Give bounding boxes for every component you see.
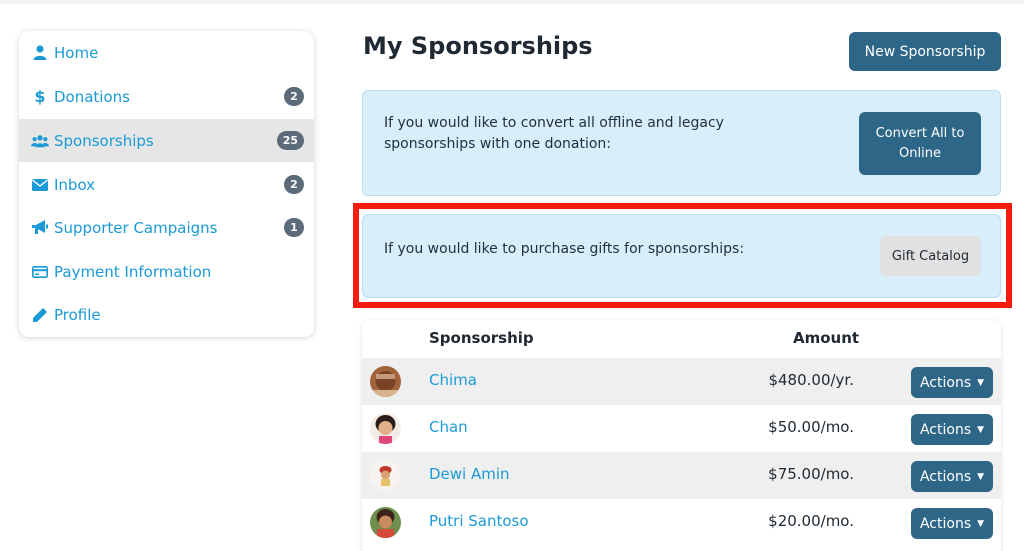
actions-label: Actions xyxy=(919,374,972,391)
count-badge: 25 xyxy=(276,131,304,150)
envelope-icon xyxy=(31,176,49,194)
count-badge: 2 xyxy=(284,87,304,106)
page-title: My Sponsorships xyxy=(363,32,593,60)
megaphone-icon xyxy=(31,219,49,237)
actions-dropdown-button[interactable]: Actions ▼ xyxy=(911,367,993,398)
top-divider xyxy=(0,0,1024,4)
table-row: Chima $480.00/yr. Actions ▼ xyxy=(362,358,1001,405)
child-name-link[interactable]: Dewi Amin xyxy=(429,465,510,483)
credit-card-icon xyxy=(31,263,49,281)
convert-offline-panel: If you would like to convert all offline… xyxy=(362,90,1001,196)
actions-dropdown-button[interactable]: Actions ▼ xyxy=(911,461,993,492)
pencil-icon xyxy=(31,306,49,324)
table-row: Dewi Amin $75.00/mo. Actions ▼ xyxy=(362,452,1001,499)
child-photo xyxy=(370,460,401,491)
sidebar-nav: Home $ Donations 2 Sponsorships 25 Inbox… xyxy=(19,31,314,337)
users-icon xyxy=(31,132,49,150)
convert-all-to-online-button[interactable]: Convert All to Online xyxy=(859,112,981,175)
gift-catalog-panel: If you would like to purchase gifts for … xyxy=(362,214,1001,298)
new-sponsorship-button[interactable]: New Sponsorship xyxy=(849,32,1001,71)
sidebar-item-label: Inbox xyxy=(54,175,96,194)
caret-down-icon: ▼ xyxy=(977,471,985,482)
column-header-sponsorship: Sponsorship xyxy=(429,329,534,347)
child-name-link[interactable]: Putri Santoso xyxy=(429,512,529,530)
amount-value: $20.00/mo. xyxy=(768,512,854,530)
sidebar-item-home[interactable]: Home xyxy=(19,31,314,74)
caret-down-icon: ▼ xyxy=(977,424,985,435)
convert-button-line-2: Online xyxy=(899,145,941,161)
convert-text-line-2: sponsorships with one donation: xyxy=(384,136,612,152)
sidebar-item-label: Sponsorships xyxy=(54,131,154,150)
actions-dropdown-button[interactable]: Actions ▼ xyxy=(911,508,993,539)
sidebar-item-label: Home xyxy=(54,43,99,62)
child-photo xyxy=(370,366,401,397)
table-row: Putri Santoso $20.00/mo. Actions ▼ xyxy=(362,499,1001,546)
count-badge: 2 xyxy=(284,175,304,194)
amount-value: $50.00/mo. xyxy=(768,418,854,436)
convert-panel-text: If you would like to convert all offline… xyxy=(384,113,724,155)
child-photo xyxy=(370,507,401,538)
convert-text-line-1: If you would like to convert all offline… xyxy=(384,115,724,131)
sidebar-item-donations[interactable]: $ Donations 2 xyxy=(19,75,314,118)
sidebar-item-label: Donations xyxy=(54,87,130,106)
actions-dropdown-button[interactable]: Actions ▼ xyxy=(911,414,993,445)
user-icon xyxy=(31,44,49,62)
dollar-icon: $ xyxy=(34,87,46,106)
amount-value: $75.00/mo. xyxy=(768,465,854,483)
child-photo xyxy=(370,413,401,444)
sponsorships-table: Sponsorship Amount Chima $480.00/yr. Act… xyxy=(362,320,1001,551)
caret-down-icon: ▼ xyxy=(977,377,985,388)
sidebar-item-profile[interactable]: Profile xyxy=(19,293,314,336)
count-badge: 1 xyxy=(284,218,304,237)
gift-panel-text: If you would like to purchase gifts for … xyxy=(384,241,745,257)
sidebar-item-label: Profile xyxy=(54,305,101,324)
child-name-link[interactable]: Chima xyxy=(429,371,477,389)
actions-label: Actions xyxy=(919,421,972,438)
convert-button-line-1: Convert All to xyxy=(875,125,965,141)
sidebar-item-sponsorships[interactable]: Sponsorships 25 xyxy=(19,119,314,162)
gift-catalog-button[interactable]: Gift Catalog xyxy=(880,236,981,276)
actions-label: Actions xyxy=(919,515,972,532)
caret-down-icon: ▼ xyxy=(977,518,985,529)
sidebar-item-label: Supporter Campaigns xyxy=(54,218,218,237)
child-name-link[interactable]: Chan xyxy=(429,418,468,436)
actions-label: Actions xyxy=(919,468,972,485)
column-header-amount: Amount xyxy=(793,329,860,347)
sidebar-item-payment-information[interactable]: Payment Information xyxy=(19,250,314,293)
sidebar-item-supporter-campaigns[interactable]: Supporter Campaigns 1 xyxy=(19,206,314,249)
sidebar-item-inbox[interactable]: Inbox 2 xyxy=(19,163,314,206)
table-row: Chan $50.00/mo. Actions ▼ xyxy=(362,405,1001,452)
amount-value: $480.00/yr. xyxy=(768,371,854,389)
sidebar-item-label: Payment Information xyxy=(54,262,212,281)
